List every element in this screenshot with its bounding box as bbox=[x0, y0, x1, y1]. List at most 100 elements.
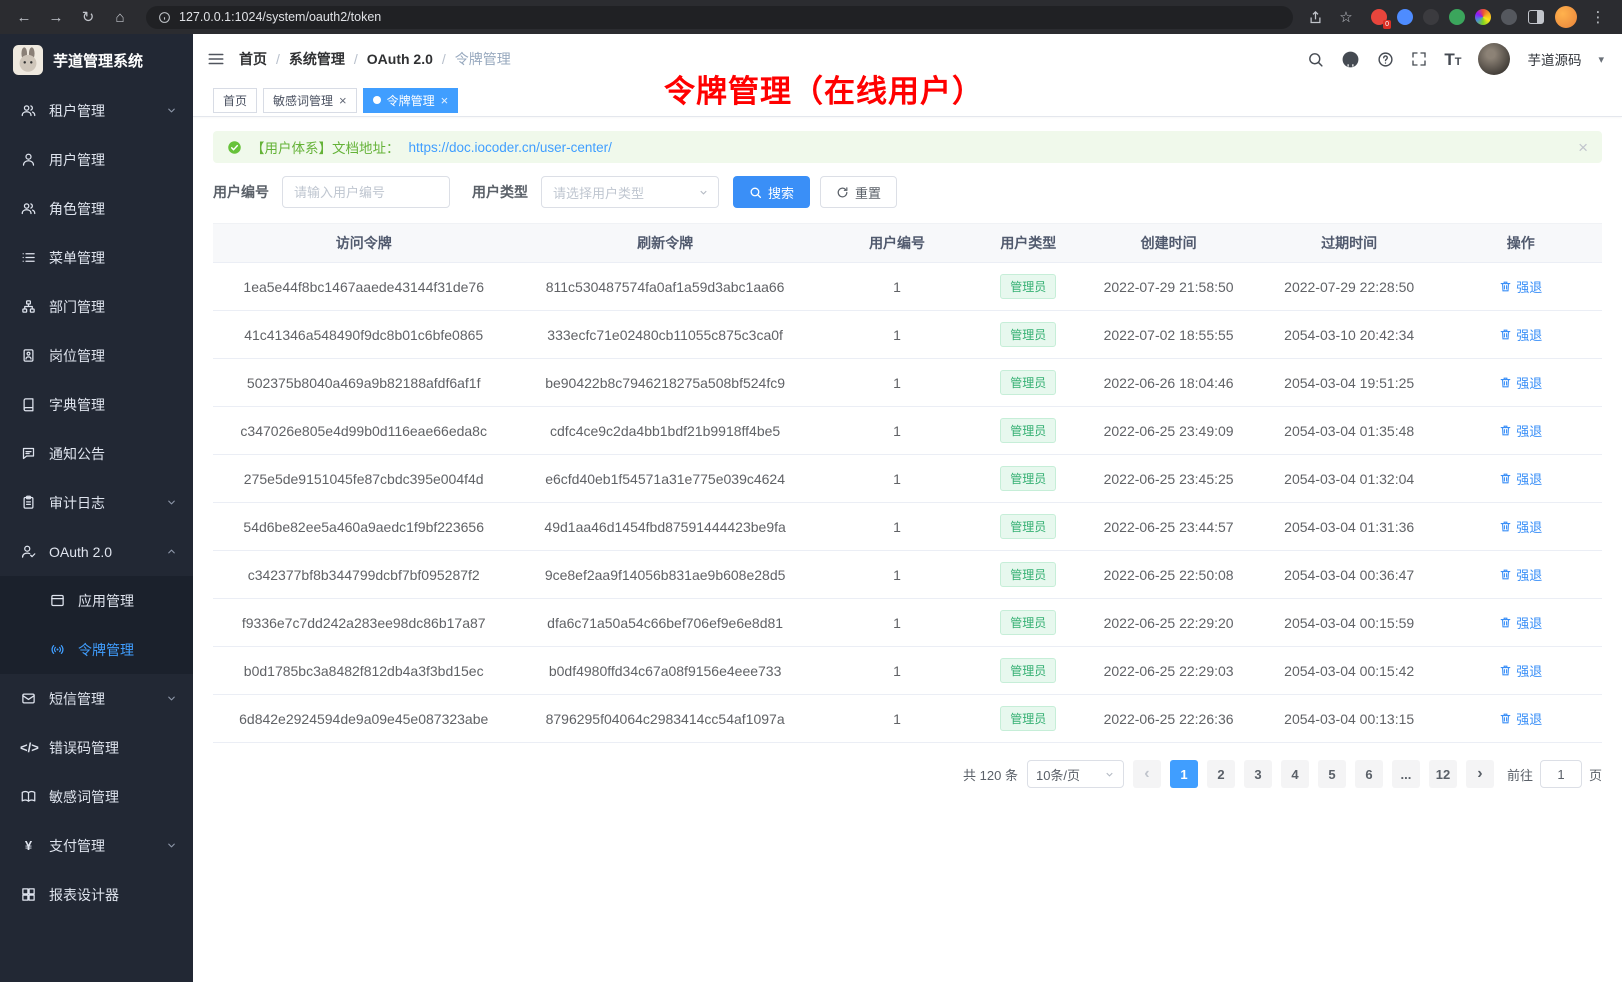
breadcrumb-item[interactable]: 首页 bbox=[239, 49, 267, 69]
user-id-input[interactable] bbox=[282, 176, 450, 208]
total-count: 共 120 条 bbox=[963, 765, 1018, 784]
sidebar-item-oauth2[interactable]: OAuth 2.0 bbox=[0, 527, 193, 576]
username[interactable]: 芋道源码 bbox=[1527, 49, 1581, 69]
page-button-3[interactable]: 3 bbox=[1244, 760, 1272, 788]
cell-access-token: 41c41346a548490f9dc8b01c6bfe0865 bbox=[213, 311, 514, 359]
tab-令牌管理[interactable]: 令牌管理× bbox=[363, 88, 459, 113]
force-logout-button[interactable]: 强退 bbox=[1499, 565, 1542, 584]
sidebar-item-post[interactable]: 岗位管理 bbox=[0, 331, 193, 380]
extension-blue-icon[interactable] bbox=[1397, 9, 1413, 25]
force-logout-button[interactable]: 强退 bbox=[1499, 421, 1542, 440]
sidebar-item-tenant[interactable]: 租户管理 bbox=[0, 86, 193, 135]
reset-button[interactable]: 重置 bbox=[820, 176, 897, 208]
bookmark-star-icon[interactable]: ☆ bbox=[1336, 4, 1356, 30]
extension-multicolor-icon[interactable] bbox=[1475, 9, 1491, 25]
force-logout-button[interactable]: 强退 bbox=[1499, 277, 1542, 296]
tree-icon bbox=[20, 299, 37, 314]
page-size-select[interactable]: 10条/页 bbox=[1027, 760, 1124, 788]
close-icon[interactable]: × bbox=[339, 94, 347, 107]
sidebar-item-menu[interactable]: 菜单管理 bbox=[0, 233, 193, 282]
home-icon[interactable]: ⌂ bbox=[106, 4, 134, 30]
users-icon bbox=[20, 201, 37, 216]
alert-close-icon[interactable]: × bbox=[1578, 139, 1588, 156]
chevron-up-icon bbox=[166, 546, 177, 557]
force-logout-button[interactable]: 强退 bbox=[1499, 325, 1542, 344]
force-logout-button[interactable]: 强退 bbox=[1499, 709, 1542, 728]
more-pages-button[interactable]: ... bbox=[1392, 760, 1420, 788]
sidebar-item-audit-log[interactable]: 审计日志 bbox=[0, 478, 193, 527]
goto-page-input[interactable] bbox=[1540, 760, 1582, 788]
force-logout-button[interactable]: 强退 bbox=[1499, 469, 1542, 488]
sidebar-item-oauth2-application[interactable]: 应用管理 bbox=[0, 576, 193, 625]
sidebar-item-role[interactable]: 角色管理 bbox=[0, 184, 193, 233]
page-button-4[interactable]: 4 bbox=[1281, 760, 1309, 788]
app-logo[interactable]: 芋道管理系统 bbox=[0, 34, 193, 86]
users-icon bbox=[20, 103, 37, 118]
sidebar-item-notice[interactable]: 通知公告 bbox=[0, 429, 193, 478]
next-page-button[interactable]: › bbox=[1466, 760, 1494, 788]
breadcrumb-item[interactable]: OAuth 2.0 bbox=[367, 51, 433, 67]
cell-user-id: 1 bbox=[816, 695, 979, 743]
extension-gray-icon[interactable] bbox=[1501, 9, 1517, 25]
user-menu-caret-icon[interactable]: ▾ bbox=[1598, 53, 1604, 66]
help-icon[interactable] bbox=[1377, 51, 1394, 68]
share-icon[interactable] bbox=[1305, 4, 1325, 30]
browser-profile-avatar[interactable] bbox=[1555, 6, 1577, 28]
sidebar-item-sensitive-word[interactable]: 敏感词管理 bbox=[0, 772, 193, 821]
search-button[interactable]: 搜索 bbox=[733, 176, 810, 208]
page-button-1[interactable]: 1 bbox=[1170, 760, 1198, 788]
sidebar-item-label: 用户管理 bbox=[49, 150, 177, 170]
address-bar[interactable]: 127.0.0.1:1024/system/oauth2/token bbox=[146, 6, 1293, 29]
fullscreen-icon[interactable] bbox=[1411, 51, 1427, 67]
sidebar-item-oauth2-token[interactable]: 令牌管理 bbox=[0, 625, 193, 674]
breadcrumb-item[interactable]: 系统管理 bbox=[289, 49, 345, 69]
force-logout-button[interactable]: 强退 bbox=[1499, 661, 1542, 680]
page-button-2[interactable]: 2 bbox=[1207, 760, 1235, 788]
force-logout-button[interactable]: 强退 bbox=[1499, 517, 1542, 536]
page-button-6[interactable]: 6 bbox=[1355, 760, 1383, 788]
forward-icon[interactable]: → bbox=[42, 4, 70, 30]
side-panel-icon[interactable] bbox=[1528, 10, 1544, 24]
user-avatar[interactable] bbox=[1478, 43, 1510, 75]
sidebar-item-pay[interactable]: ¥支付管理 bbox=[0, 821, 193, 870]
breadcrumb-item: 令牌管理 bbox=[455, 49, 511, 69]
page-unit-label: 页 bbox=[1589, 765, 1602, 784]
prev-page-button[interactable]: ‹ bbox=[1133, 760, 1161, 788]
extension-green-icon[interactable] bbox=[1449, 9, 1465, 25]
back-icon[interactable]: ← bbox=[10, 4, 38, 30]
sidebar-item-error-code[interactable]: </>错误码管理 bbox=[0, 723, 193, 772]
extension-red-icon[interactable]: 0 bbox=[1371, 9, 1387, 25]
user-type-select[interactable]: 请选择用户类型 bbox=[541, 176, 719, 208]
sidebar-item-label: 短信管理 bbox=[49, 689, 154, 709]
doc-link[interactable]: https://doc.iocoder.cn/user-center/ bbox=[409, 140, 612, 155]
extension-dark-icon[interactable] bbox=[1423, 9, 1439, 25]
force-logout-button[interactable]: 强退 bbox=[1499, 373, 1542, 392]
cell-user-id: 1 bbox=[816, 647, 979, 695]
close-icon[interactable]: × bbox=[441, 94, 449, 107]
github-icon[interactable] bbox=[1341, 50, 1360, 69]
site-info-icon[interactable] bbox=[158, 11, 171, 24]
submenu-oauth2: 应用管理令牌管理 bbox=[0, 576, 193, 674]
page-button-12[interactable]: 12 bbox=[1429, 760, 1457, 788]
user-type-tag: 管理员 bbox=[1000, 610, 1056, 635]
tab-首页[interactable]: 首页 bbox=[213, 88, 257, 113]
user-type-tag: 管理员 bbox=[1000, 418, 1056, 443]
font-size-icon[interactable]: TT bbox=[1444, 51, 1461, 68]
search-icon[interactable] bbox=[1307, 51, 1324, 68]
collapse-sidebar-icon[interactable] bbox=[207, 50, 225, 68]
table-row: c342377bf8b344799dcbf7bf095287f29ce8ef2a… bbox=[213, 551, 1602, 599]
sidebar-item-dept[interactable]: 部门管理 bbox=[0, 282, 193, 331]
tab-敏感词管理[interactable]: 敏感词管理× bbox=[263, 88, 357, 113]
sidebar-item-dict[interactable]: 字典管理 bbox=[0, 380, 193, 429]
sidebar-item-report-designer[interactable]: 报表设计器 bbox=[0, 870, 193, 919]
cell-refresh-token: cdfc4ce9c2da4bb1bdf21b9918ff4be5 bbox=[514, 407, 815, 455]
sidebar-item-sms[interactable]: 短信管理 bbox=[0, 674, 193, 723]
active-tab-dot bbox=[373, 96, 381, 104]
page-button-5[interactable]: 5 bbox=[1318, 760, 1346, 788]
force-logout-button[interactable]: 强退 bbox=[1499, 613, 1542, 632]
cell-create-time: 2022-06-26 18:04:46 bbox=[1078, 359, 1259, 407]
sidebar-item-user[interactable]: 用户管理 bbox=[0, 135, 193, 184]
reload-icon[interactable]: ↻ bbox=[74, 4, 102, 30]
browser-menu-icon[interactable]: ⋮ bbox=[1588, 4, 1608, 30]
table-row: 275e5de9151045fe87cbdc395e004f4de6cfd40e… bbox=[213, 455, 1602, 503]
